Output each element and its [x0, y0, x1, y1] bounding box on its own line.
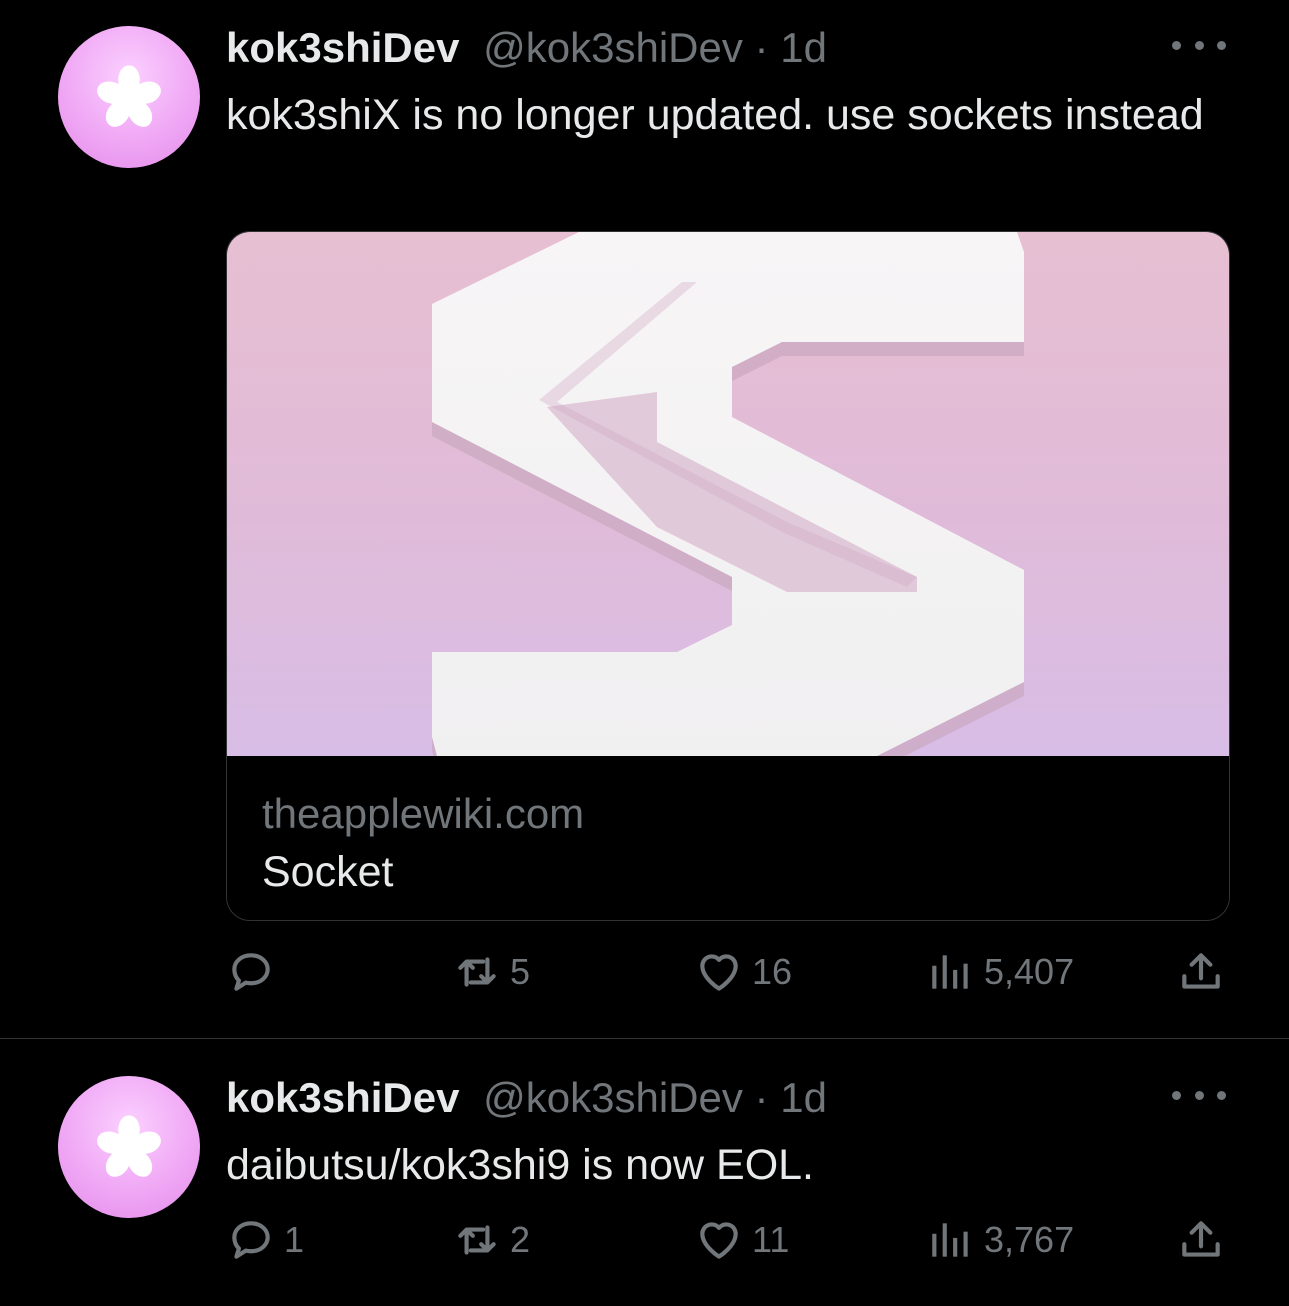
reply-button[interactable]: 1: [226, 1210, 304, 1270]
repost-button[interactable]: 5: [452, 942, 530, 1002]
tweet-text: kok3shiX is no longer updated. use socke…: [226, 91, 1204, 139]
repost-icon: [458, 957, 496, 987]
views-button[interactable]: 3,767: [926, 1210, 1074, 1270]
avatar[interactable]: [58, 26, 200, 168]
timestamp[interactable]: 1d: [780, 1074, 827, 1121]
like-count: 11: [752, 1219, 790, 1260]
sakura-flower-icon: [97, 65, 161, 127]
author-name[interactable]: kok3shiDev: [226, 24, 459, 71]
author-handle[interactable]: @kok3shiDev: [483, 24, 743, 71]
author-handle[interactable]: @kok3shiDev: [483, 1074, 743, 1121]
repost-icon: [458, 1225, 496, 1255]
repost-button[interactable]: 2: [452, 1210, 530, 1270]
views-button[interactable]: 5,407: [926, 942, 1074, 1002]
reply-icon: [232, 953, 270, 991]
reply-count: 1: [284, 1219, 305, 1260]
separator-dot: ·: [754, 24, 769, 71]
card-domain: theapplewiki.com: [262, 790, 585, 837]
views-bar-icon: [932, 955, 968, 989]
views-count: 5,407: [984, 951, 1075, 992]
heart-icon: [700, 954, 738, 991]
tweet[interactable]: kok3shiDev @kok3shiDev · 1d kok3shiX is …: [0, 0, 1289, 1038]
tweet[interactable]: kok3shiDev @kok3shiDev · 1d daibutsu/kok…: [0, 1039, 1289, 1306]
repost-count: 2: [510, 1219, 531, 1260]
repost-count: 5: [510, 951, 531, 992]
reply-button[interactable]: [226, 942, 284, 1002]
tweet-header: kok3shiDev @kok3shiDev · 1d: [226, 1072, 827, 1124]
action-bar: 5 16 5,407: [226, 942, 1228, 1002]
tweet-header: kok3shiDev @kok3shiDev · 1d: [226, 22, 827, 74]
share-icon: [1182, 1221, 1220, 1257]
separator-dot: ·: [754, 1074, 769, 1121]
views-bar-icon: [932, 1223, 968, 1257]
card-title: Socket: [262, 848, 394, 896]
avatar[interactable]: [58, 1076, 200, 1218]
timestamp[interactable]: 1d: [780, 24, 827, 71]
share-button[interactable]: [1176, 942, 1226, 1002]
more-icon[interactable]: [1169, 30, 1229, 60]
action-bar: 1 2 11 3,767: [226, 1210, 1228, 1270]
share-button[interactable]: [1176, 1210, 1226, 1270]
like-button[interactable]: 16: [694, 942, 792, 1002]
share-icon: [1182, 953, 1220, 989]
tweet-text: daibutsu/kok3shi9 is now EOL.: [226, 1141, 814, 1189]
like-count: 16: [752, 951, 793, 992]
reply-icon: [232, 1221, 270, 1259]
views-count: 3,767: [984, 1219, 1075, 1260]
socket-s-logo: [432, 232, 1024, 756]
sakura-flower-icon: [97, 1115, 161, 1177]
more-icon[interactable]: [1169, 1080, 1229, 1110]
heart-icon: [700, 1222, 738, 1259]
author-name[interactable]: kok3shiDev: [226, 1074, 459, 1121]
like-button[interactable]: 11: [694, 1210, 789, 1270]
link-card[interactable]: theapplewiki.com Socket: [226, 231, 1230, 921]
card-image: [227, 232, 1229, 756]
